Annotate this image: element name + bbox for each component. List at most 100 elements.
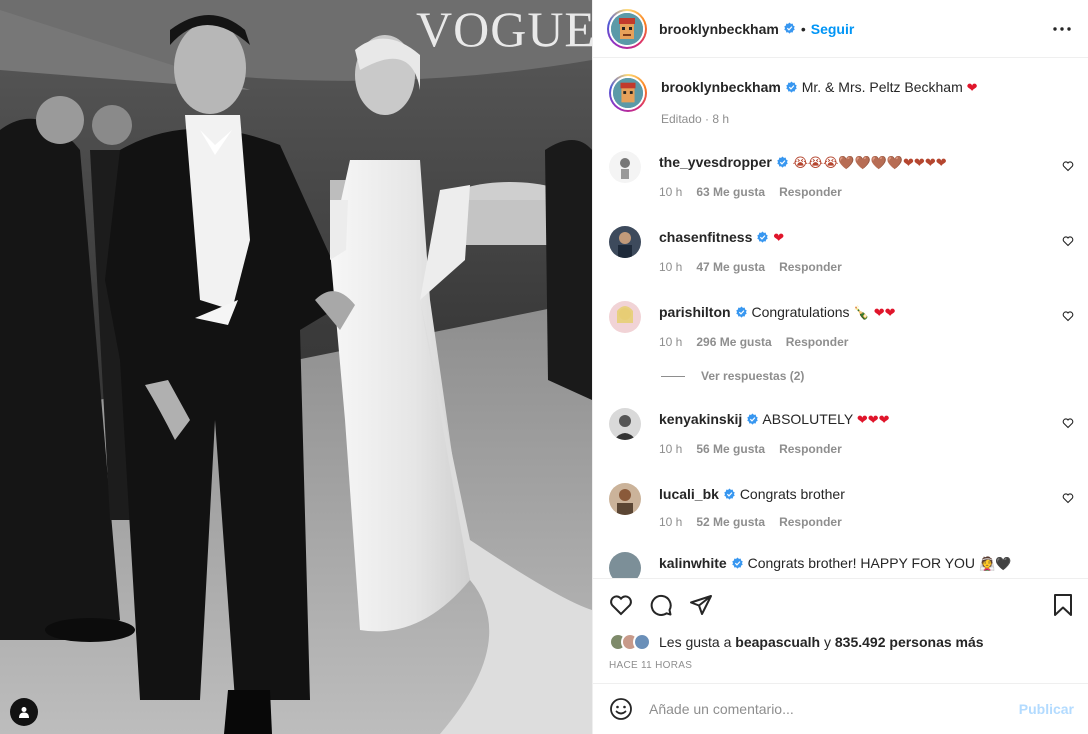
comment-item: kenyakinskij ABSOLUTELY ❤❤❤ 10 h 56 Me g…: [609, 405, 1074, 456]
comments-list[interactable]: brooklynbeckham Mr. & Mrs. Peltz Beckham…: [593, 58, 1088, 578]
reply-button[interactable]: Responder: [779, 442, 842, 456]
comment-item: chasenfitness ❤ 10 h 47 Me gusta Respond…: [609, 223, 1074, 274]
comment-time: 10 h: [659, 442, 683, 456]
emoji-picker-button[interactable]: [609, 697, 633, 721]
comment-emoji: ❤: [773, 231, 785, 246]
comment-emoji: 😭😭😭🤎🤎🤎🤎❤❤❤❤: [792, 156, 947, 171]
comment-icon: [650, 594, 672, 616]
caption-author-avatar[interactable]: [609, 74, 647, 112]
post-header: brooklynbeckham • Seguir: [593, 0, 1088, 58]
reply-button[interactable]: Responder: [779, 260, 842, 274]
commenter-username[interactable]: the_yvesdropper: [659, 154, 772, 170]
reply-button[interactable]: Responder: [786, 335, 849, 349]
avatar-image: [609, 151, 641, 183]
verified-badge-icon: [724, 488, 735, 500]
commenter-avatar[interactable]: [609, 301, 641, 333]
comment-like-heart-icon[interactable]: [1062, 417, 1074, 429]
comment-meta: 10 h 56 Me gusta Responder: [659, 442, 1074, 456]
commenter-username[interactable]: lucali_bk: [659, 486, 719, 502]
verified-badge-icon: [735, 306, 747, 318]
replies-divider: [661, 375, 685, 377]
heart-icon: [610, 594, 632, 615]
comment-text: Congrats brother: [739, 486, 845, 502]
commenter-avatar[interactable]: [609, 552, 641, 578]
comment-item: the_yvesdropper 😭😭😭🤎🤎🤎🤎❤❤❤❤ 10 h 63 Me g…: [609, 148, 1074, 199]
like-button[interactable]: [609, 593, 633, 617]
comment-emoji: 👰🖤: [978, 557, 1012, 572]
more-options-button[interactable]: [1050, 17, 1074, 41]
comment-meta: 10 h 47 Me gusta Responder: [659, 260, 1074, 274]
share-button[interactable]: [689, 593, 713, 617]
reply-button[interactable]: Responder: [779, 515, 842, 529]
comment-input[interactable]: [649, 701, 1019, 717]
comment-emoji: ❤❤❤: [856, 413, 890, 428]
follow-button[interactable]: Seguir: [811, 21, 855, 37]
commenter-avatar[interactable]: [609, 483, 641, 515]
commenter-username[interactable]: chasenfitness: [659, 229, 752, 245]
commenter-avatar[interactable]: [609, 226, 641, 258]
wedding-photo-image: [0, 0, 592, 734]
comment-text: Congrats brother! HAPPY FOR YOU: [747, 555, 976, 571]
post-caption: brooklynbeckham Mr. & Mrs. Peltz Beckham…: [609, 74, 1074, 126]
caption-meta: Editado · 8 h: [661, 112, 730, 126]
view-replies-button[interactable]: Ver respuestas (2): [661, 369, 1074, 383]
author-avatar[interactable]: [607, 8, 647, 49]
post-modal: VOGUE brooklynbeckham • Seguir brooklynb…: [0, 0, 1088, 734]
caption-time: 8 h: [712, 112, 730, 126]
comment-item-partial: kalinwhite Congrats brother! HAPPY FOR Y…: [609, 549, 1074, 578]
commenter-avatar[interactable]: [609, 408, 641, 440]
comment-text: Congratulations: [751, 304, 850, 320]
caption-username[interactable]: brooklynbeckham: [661, 79, 781, 95]
reply-button[interactable]: Responder: [779, 185, 842, 199]
commenter-username[interactable]: parishilton: [659, 304, 731, 320]
likes-count[interactable]: 835.492 personas más: [835, 634, 984, 650]
post-timestamp[interactable]: HACE 11 HORAS: [593, 654, 1088, 676]
commenter-username[interactable]: kenyakinskij: [659, 411, 742, 427]
verified-badge-icon: [747, 413, 758, 425]
verified-badge-icon: [757, 231, 769, 243]
likes-conjunction: y: [824, 634, 831, 650]
likes-text: Les gusta a beapascualh y 835.492 person…: [659, 634, 984, 650]
avatar-image: [609, 226, 641, 258]
comment-likes[interactable]: 63 Me gusta: [696, 185, 765, 199]
comment-like-heart-icon[interactable]: [1062, 160, 1074, 172]
add-comment-bar: Publicar: [593, 683, 1088, 734]
caption-text: Mr. & Mrs. Peltz Beckham: [801, 79, 963, 95]
comment-text: ABSOLUTELY: [762, 411, 853, 427]
comment-like-heart-icon[interactable]: [1062, 310, 1074, 322]
comment-likes[interactable]: 296 Me gusta: [696, 335, 771, 349]
post-photo[interactable]: VOGUE: [0, 0, 592, 734]
liker-avatar: [633, 633, 651, 651]
smiley-icon: [610, 698, 632, 720]
comment-likes[interactable]: 52 Me gusta: [696, 515, 765, 529]
comment-likes[interactable]: 47 Me gusta: [696, 260, 765, 274]
likes-prefix: Les gusta a: [659, 634, 732, 650]
view-replies-label: Ver respuestas (2): [701, 369, 805, 383]
post-sidebar: brooklynbeckham • Seguir brooklynbeckham…: [592, 0, 1088, 734]
comment-item: lucali_bk Congrats brother 10 h 52 Me gu…: [609, 480, 1074, 529]
vogue-watermark: VOGUE: [416, 1, 592, 57]
comment-like-heart-icon[interactable]: [1062, 492, 1074, 504]
verified-badge-icon: [731, 557, 743, 569]
liker-username[interactable]: beapascualh: [735, 634, 820, 650]
caption-heart-emoji: ❤: [966, 81, 978, 96]
comment-meta: 10 h 296 Me gusta Responder: [659, 335, 1074, 349]
comment-like-heart-icon[interactable]: [1062, 235, 1074, 247]
publish-button[interactable]: Publicar: [1019, 701, 1074, 717]
comment-button[interactable]: [649, 593, 673, 617]
user-tag-button[interactable]: [10, 698, 38, 726]
commenter-username[interactable]: kalinwhite: [659, 555, 727, 571]
comment-likes[interactable]: 56 Me gusta: [696, 442, 765, 456]
verified-badge-icon: [777, 156, 788, 168]
comment-time: 10 h: [659, 515, 683, 529]
comment-time: 10 h: [659, 260, 683, 274]
save-button[interactable]: [1052, 593, 1074, 617]
author-username[interactable]: brooklynbeckham: [659, 21, 779, 37]
likes-summary: Les gusta a beapascualh y 835.492 person…: [593, 630, 1088, 654]
user-tag-icon: [19, 707, 29, 718]
share-icon: [690, 594, 712, 615]
avatar-image: [609, 483, 641, 515]
commenter-avatar[interactable]: [609, 151, 641, 183]
avatar-image: [609, 408, 641, 440]
separator-dot: •: [800, 20, 806, 37]
